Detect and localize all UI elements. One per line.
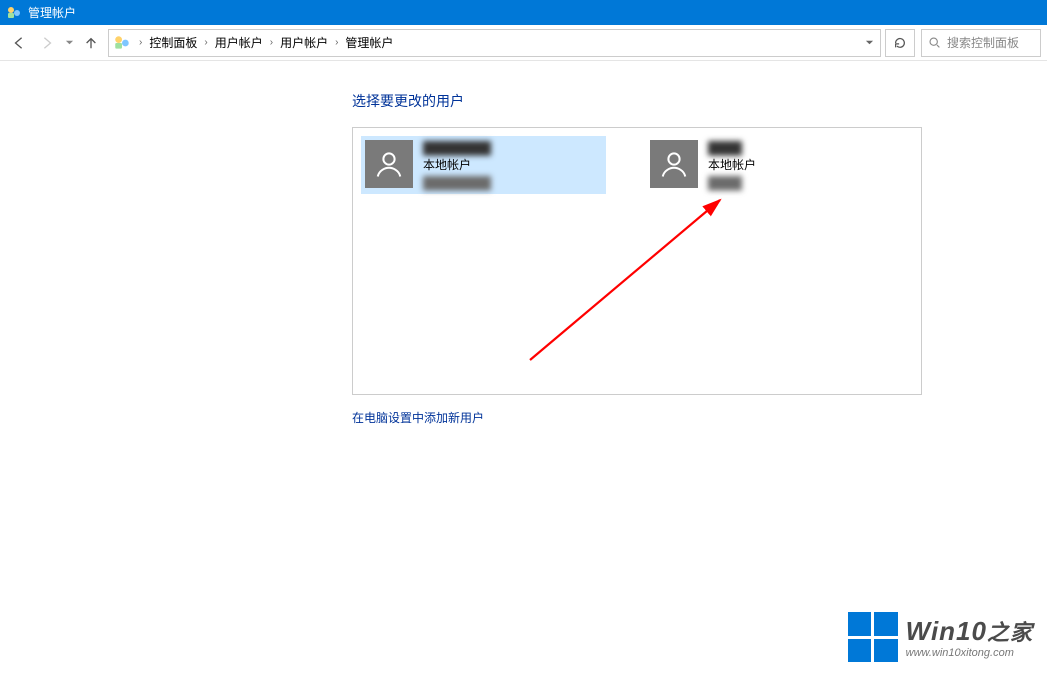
person-icon [659,149,689,179]
back-button[interactable] [6,30,32,56]
history-dropdown-icon[interactable] [62,30,76,56]
account-type: 本地帐户 [423,157,491,174]
breadcrumb-item[interactable]: 用户帐户 [212,34,266,51]
user-accounts-icon [113,34,131,52]
chevron-right-icon[interactable]: › [200,37,211,48]
avatar [650,140,698,188]
account-info: ████████ 本地帐户 ████████ [423,140,491,192]
window-title: 管理帐户 [28,4,76,21]
forward-button[interactable] [34,30,60,56]
accounts-list: ████████ 本地帐户 ████████ ████ 本地帐户 ████ [352,127,922,395]
account-card[interactable]: ████ 本地帐户 ████ [646,136,891,194]
watermark: Win10之家 www.win10xitong.com [848,612,1033,662]
search-icon [928,36,941,49]
watermark-title-en: Win10 [906,616,987,646]
refresh-button[interactable] [885,29,915,57]
up-button[interactable] [78,30,104,56]
account-info: ████ 本地帐户 ████ [708,140,756,192]
windows-logo-icon [848,612,898,662]
navigation-bar: › 控制面板 › 用户帐户 › 用户帐户 › 管理帐户 搜索控制面板 [0,25,1047,61]
person-icon [374,149,404,179]
breadcrumb-item[interactable]: 管理帐户 [342,34,396,51]
address-dropdown-icon[interactable] [862,36,876,50]
chevron-right-icon[interactable]: › [331,37,342,48]
account-name: ████████ [423,140,491,157]
chevron-right-icon[interactable]: › [135,37,146,48]
add-user-link[interactable]: 在电脑设置中添加新用户 [352,409,484,426]
chevron-right-icon[interactable]: › [266,37,277,48]
watermark-title-zh: 之家 [987,620,1033,645]
address-bar[interactable]: › 控制面板 › 用户帐户 › 用户帐户 › 管理帐户 [108,29,881,57]
account-card[interactable]: ████████ 本地帐户 ████████ [361,136,606,194]
account-role: ████ [708,175,756,192]
watermark-text: Win10之家 www.win10xitong.com [906,615,1033,659]
user-accounts-icon [6,5,22,21]
search-input[interactable]: 搜索控制面板 [921,29,1041,57]
search-placeholder: 搜索控制面板 [947,34,1019,51]
content-area: 选择要更改的用户 ████████ 本地帐户 ████████ ████ 本地帐… [0,61,1047,426]
page-heading: 选择要更改的用户 [352,91,1047,111]
watermark-url: www.win10xitong.com [906,647,1033,659]
breadcrumb-item[interactable]: 用户帐户 [277,34,331,51]
account-role: ████████ [423,175,491,192]
account-name: ████ [708,140,756,157]
window-titlebar: 管理帐户 [0,0,1047,25]
account-type: 本地帐户 [708,157,756,174]
avatar [365,140,413,188]
breadcrumb-item[interactable]: 控制面板 [146,34,200,51]
